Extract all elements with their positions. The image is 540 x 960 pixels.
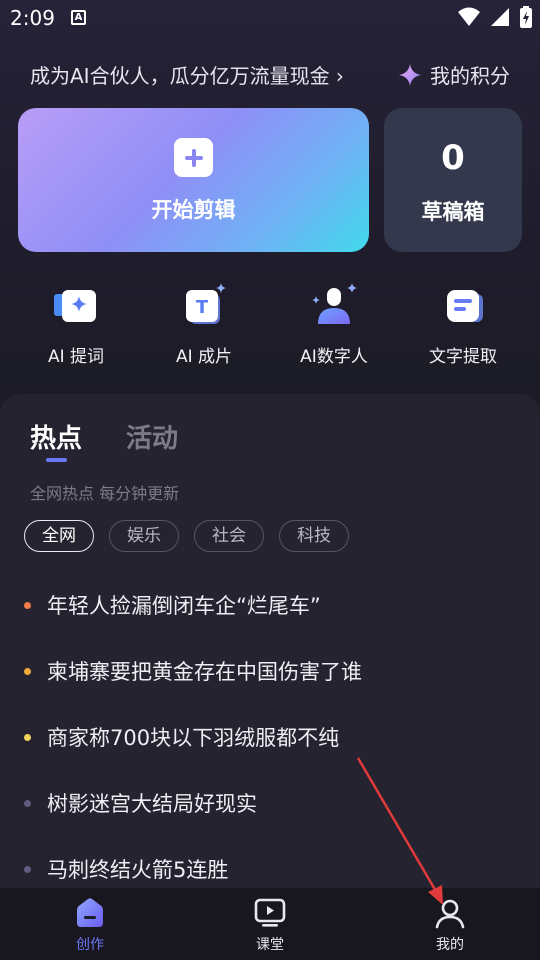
wifi-icon — [458, 7, 480, 26]
start-editing-card[interactable]: 开始剪辑 — [18, 108, 369, 252]
nav-create-label: 创作 — [76, 937, 104, 953]
text-extract-icon — [439, 282, 487, 330]
create-icon — [73, 896, 107, 930]
news-title: 商家称700块以下羽绒服都不纯 — [47, 726, 340, 750]
tool-label: AI 成片 — [175, 347, 233, 367]
battery-icon — [520, 6, 532, 28]
tool-ai-prompt[interactable]: AI 提词 — [11, 282, 141, 367]
my-points-label: 我的积分 — [430, 64, 510, 88]
bottom-nav: 创作 课堂 我的 — [0, 888, 540, 960]
tab-hot[interactable]: 热点 — [30, 418, 82, 455]
ai-film-icon: T — [180, 282, 228, 330]
news-title: 年轻人捡漏倒闭车企“烂尾车” — [47, 594, 321, 618]
tool-text-extract[interactable]: 文字提取 — [398, 282, 528, 367]
drafts-label: 草稿箱 — [421, 200, 485, 224]
tool-label: AI数字人 — [300, 347, 368, 367]
rank-dot — [24, 668, 31, 675]
tool-label: 文字提取 — [429, 347, 497, 367]
chip-entertainment[interactable]: 娱乐 — [109, 520, 179, 552]
chip-society[interactable]: 社会 — [194, 520, 264, 552]
rank-dot — [24, 866, 31, 873]
list-item[interactable]: 年轻人捡漏倒闭车企“烂尾车” — [0, 568, 540, 634]
category-chips: 全网 娱乐 社会 科技 — [24, 520, 349, 552]
news-title: 树影迷宫大结局好现实 — [47, 792, 257, 816]
news-title: 柬埔寨要把黄金存在中国伤害了谁 — [47, 660, 362, 684]
tool-label: AI 提词 — [47, 347, 105, 367]
news-title: 马刺终结火箭5连胜 — [47, 858, 229, 882]
ai-prompt-icon — [52, 282, 100, 330]
sparkle-icon — [399, 63, 421, 86]
news-list: 年轻人捡漏倒闭车企“烂尾车” 柬埔寨要把黄金存在中国伤害了谁 商家称700块以下… — [0, 568, 540, 888]
nav-create[interactable]: 创作 — [40, 896, 140, 954]
chip-all[interactable]: 全网 — [24, 520, 94, 552]
signal-icon — [491, 8, 509, 26]
status-icons — [458, 6, 532, 28]
hot-topics-panel: 热点 活动 全网热点 每分钟更新 全网 娱乐 社会 科技 年轻人捡漏倒闭车企“烂… — [0, 394, 540, 888]
svg-text:T: T — [196, 297, 209, 318]
status-time: 2:09 — [10, 6, 55, 30]
list-item[interactable]: 马刺终结火箭5连胜 — [0, 832, 540, 888]
tool-ai-film[interactable]: T AI 成片 — [139, 282, 269, 367]
nav-profile[interactable]: 我的 — [400, 896, 500, 954]
list-item[interactable]: 树影迷宫大结局好现实 — [0, 766, 540, 832]
status-bar: 2:09 A — [0, 0, 540, 36]
plus-icon — [174, 138, 213, 177]
active-tab-indicator — [46, 458, 67, 462]
rank-dot — [24, 602, 31, 609]
chip-tech[interactable]: 科技 — [279, 520, 349, 552]
my-points-button[interactable]: 我的积分 — [398, 60, 510, 89]
drafts-card[interactable]: 0 草稿箱 — [384, 108, 522, 252]
drafts-count: 0 — [441, 138, 465, 178]
classroom-icon — [253, 896, 287, 930]
list-item[interactable]: 柬埔寨要把黄金存在中国伤害了谁 — [0, 634, 540, 700]
partner-promo-link[interactable]: 成为AI合伙人，瓜分亿万流量现金 › — [30, 60, 344, 89]
rank-dot — [24, 800, 31, 807]
panel-subtitle: 全网热点 每分钟更新 — [30, 484, 180, 503]
tool-ai-avatar[interactable]: AI数字人 — [269, 282, 399, 367]
tab-activity[interactable]: 活动 — [126, 418, 178, 455]
rank-dot — [24, 734, 31, 741]
ai-avatar-icon — [310, 282, 358, 330]
promo-row: 成为AI合伙人，瓜分亿万流量现金 › 我的积分 — [0, 56, 540, 90]
profile-icon — [433, 896, 467, 930]
panel-tabs: 热点 活动 — [30, 418, 178, 455]
nav-classroom[interactable]: 课堂 — [220, 896, 320, 954]
nav-classroom-label: 课堂 — [256, 937, 284, 953]
start-editing-label: 开始剪辑 — [151, 198, 236, 222]
notification-icon: A — [71, 10, 86, 25]
nav-profile-label: 我的 — [436, 937, 464, 953]
tools-row: AI 提词 T AI 成片 AI数字人 文字提取 — [0, 282, 540, 372]
list-item[interactable]: 商家称700块以下羽绒服都不纯 — [0, 700, 540, 766]
